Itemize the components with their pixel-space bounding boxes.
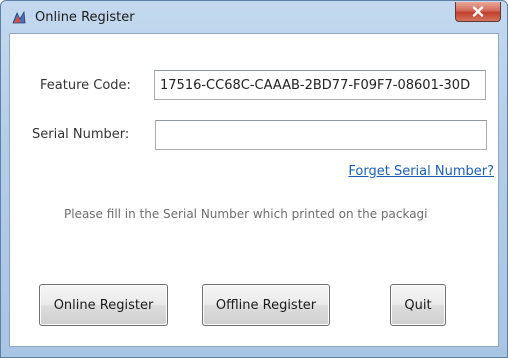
quit-button[interactable]: Quit	[390, 284, 446, 326]
dialog-body: Feature Code: Serial Number: Forget Seri…	[9, 33, 499, 347]
register-app-icon	[11, 10, 27, 26]
offline-register-button[interactable]: Offline Register	[202, 284, 330, 326]
feature-code-field[interactable]	[154, 70, 486, 100]
close-icon	[472, 2, 484, 21]
online-register-window: Online Register Feature Code: Serial Num…	[0, 0, 508, 358]
instruction-hint: Please fill in the Serial Number which p…	[64, 207, 428, 221]
window-bottom-frame	[1, 347, 507, 357]
serial-number-input[interactable]	[155, 120, 487, 150]
window-title: Online Register	[35, 10, 135, 25]
online-register-button[interactable]: Online Register	[39, 284, 168, 326]
serial-number-label: Serial Number:	[32, 127, 130, 142]
close-button[interactable]	[455, 2, 501, 22]
feature-code-label: Feature Code:	[40, 78, 131, 93]
title-bar[interactable]: Online Register	[1, 1, 507, 33]
forget-serial-number-link[interactable]: Forget Serial Number?	[348, 164, 494, 179]
